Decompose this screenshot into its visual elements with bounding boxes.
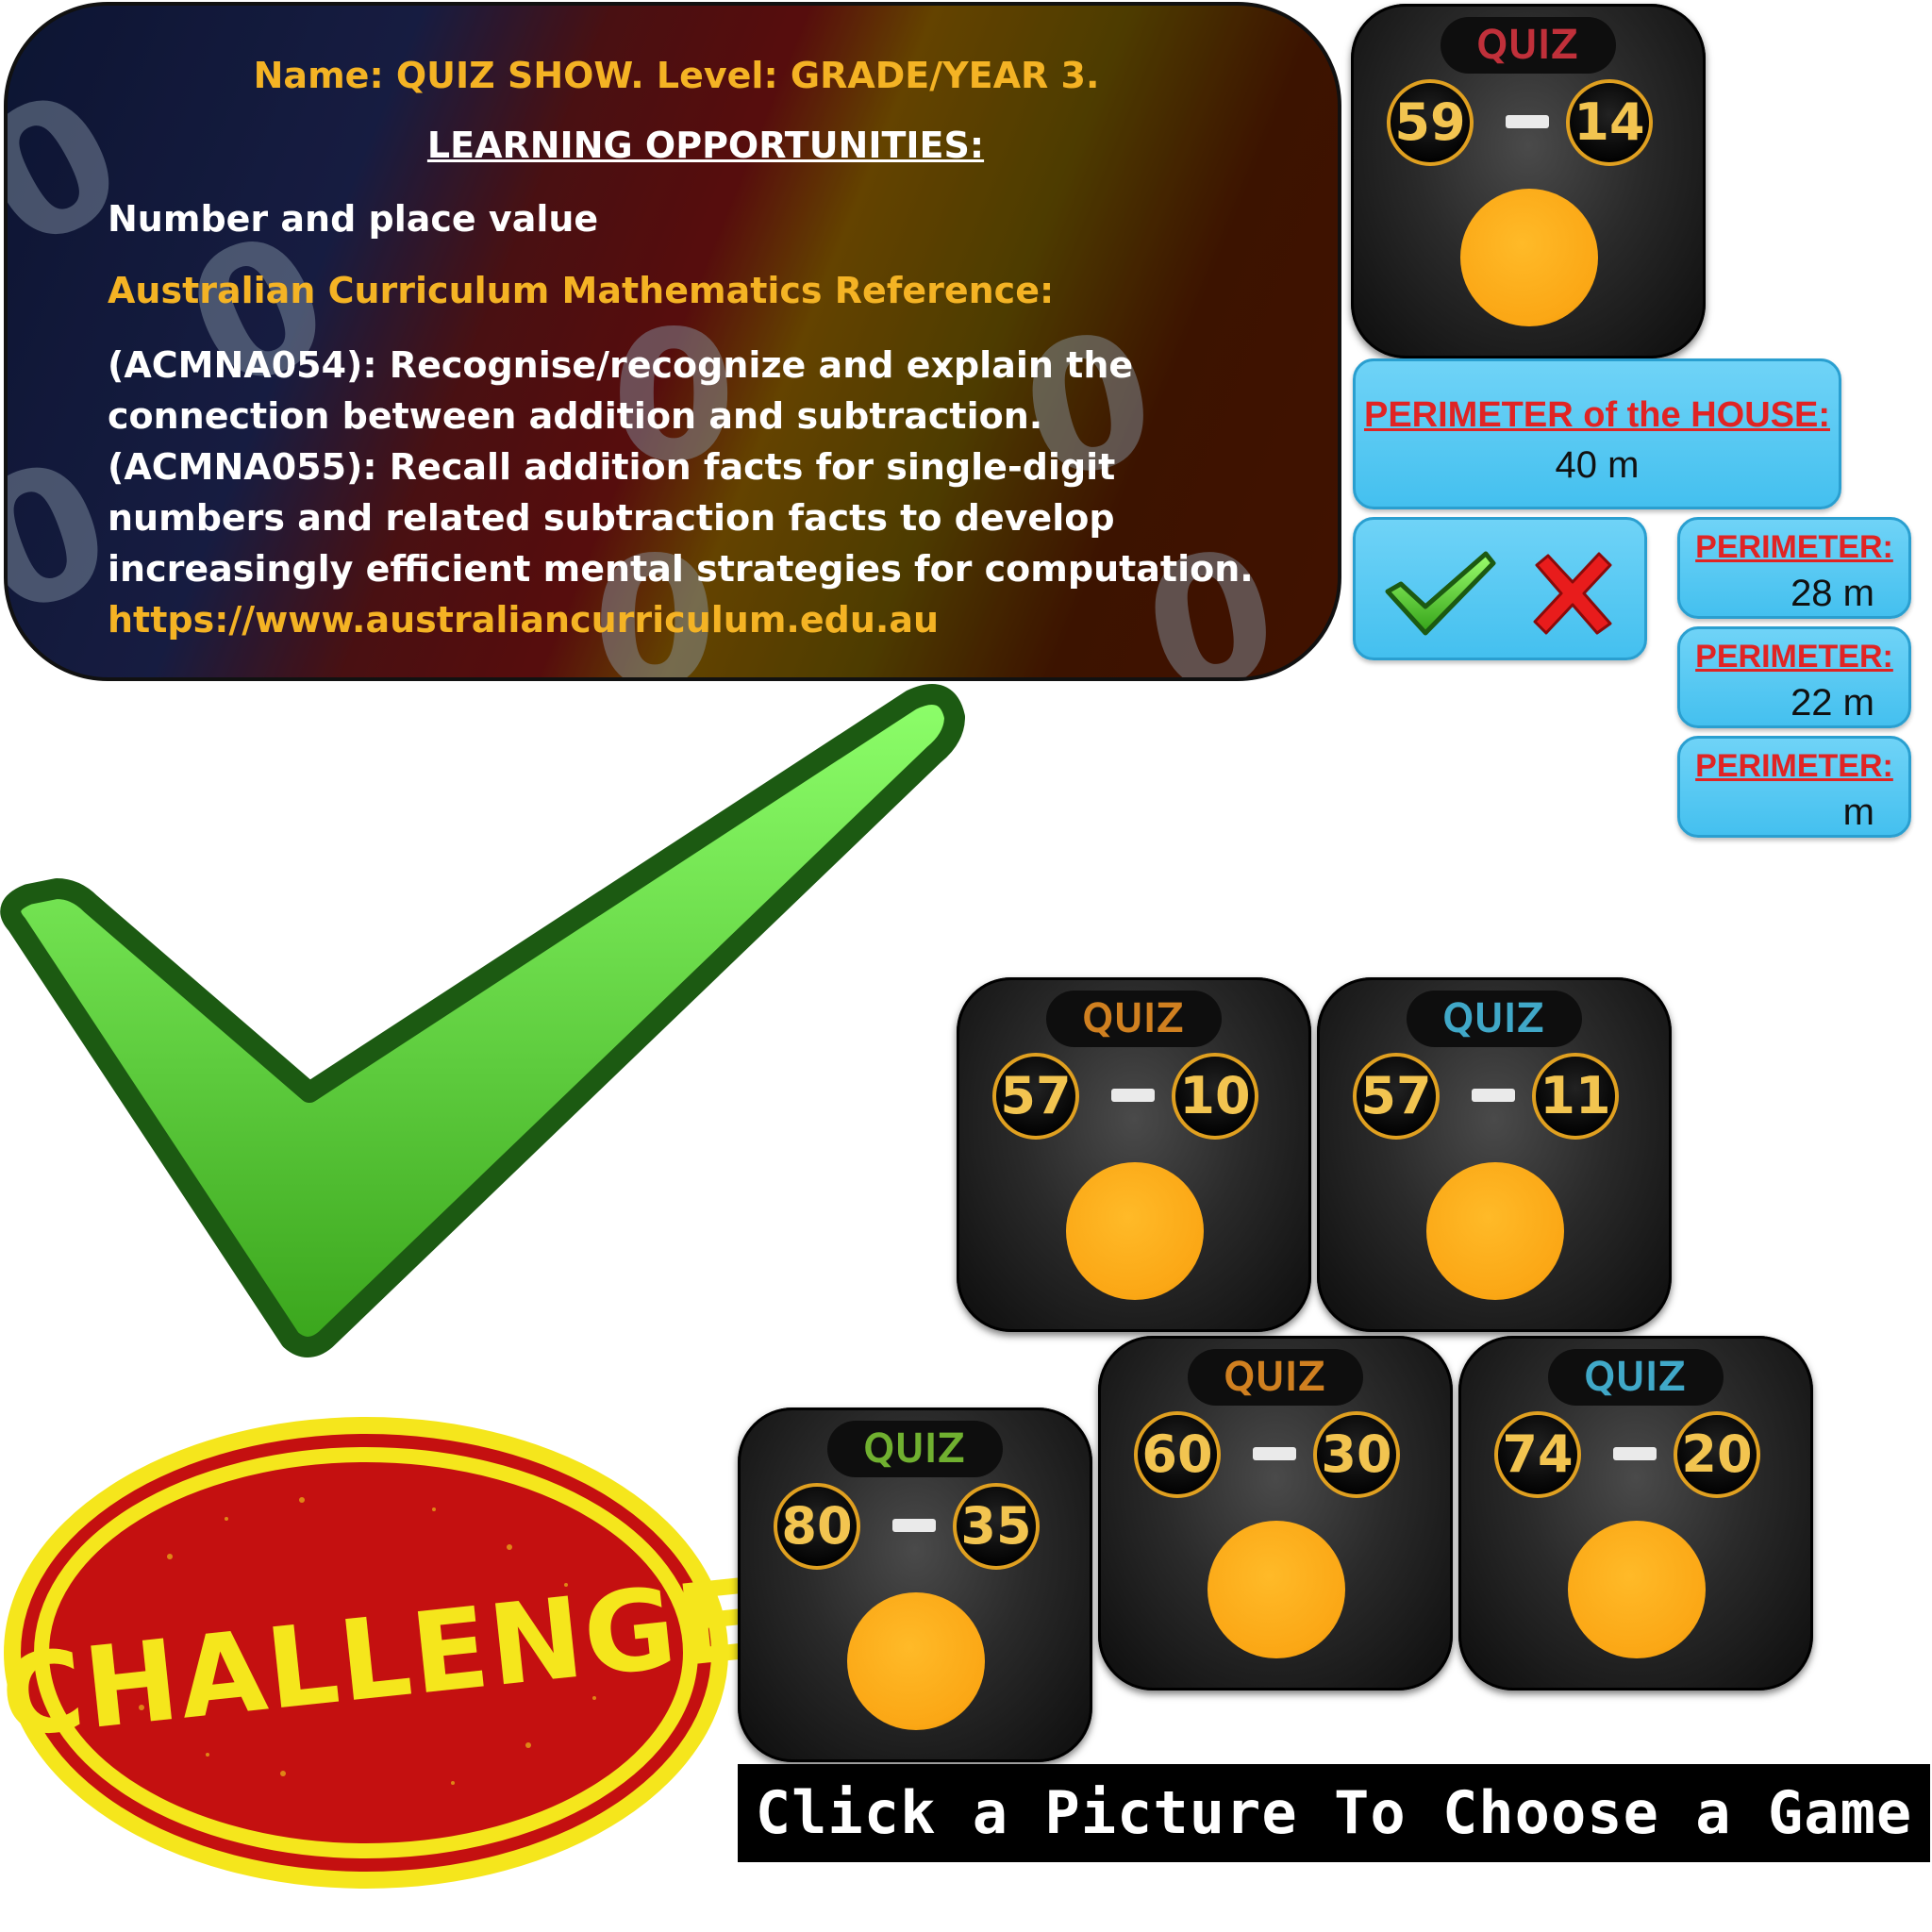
quiz-badge: QUIZ bbox=[1441, 17, 1616, 74]
reference-body: (ACMNA054): Recognise/recognize and expl… bbox=[108, 340, 1296, 645]
perimeter-option[interactable]: PERIMETER: 22 m bbox=[1677, 626, 1911, 728]
left-operand: 80 bbox=[774, 1483, 860, 1570]
name-level-line: Name: QUIZ SHOW. Level: GRADE/YEAR 3. bbox=[253, 55, 1100, 96]
right-operand: 20 bbox=[1674, 1411, 1760, 1498]
big-checkmark-icon bbox=[0, 684, 965, 1357]
minus-icon bbox=[1111, 1089, 1155, 1102]
answer-button[interactable] bbox=[1568, 1521, 1706, 1658]
perimeter-option-label: PERIMETER: bbox=[1695, 748, 1893, 784]
quiz-badge: QUIZ bbox=[1407, 991, 1582, 1047]
info-panel: 0 0 0 0 0 0 0 Name: QUIZ SHOW. Level: GR… bbox=[4, 2, 1341, 681]
minus-icon bbox=[1253, 1447, 1296, 1460]
perimeter-option-label: PERIMETER: bbox=[1695, 639, 1893, 675]
answer-button[interactable] bbox=[1460, 189, 1598, 326]
house-perimeter-box[interactable]: PERIMETER of the HOUSE: 40 m bbox=[1353, 358, 1841, 509]
perimeter-option-value: 28 m bbox=[1790, 573, 1874, 614]
house-perimeter-label: PERIMETER of the HOUSE: bbox=[1363, 395, 1831, 435]
answer-button[interactable] bbox=[1208, 1521, 1345, 1658]
right-operand: 14 bbox=[1566, 79, 1653, 166]
left-operand: 57 bbox=[992, 1053, 1079, 1140]
house-perimeter-value: 40 m bbox=[1555, 444, 1640, 486]
topic-text: Number and place value bbox=[108, 198, 599, 240]
minus-icon bbox=[892, 1519, 936, 1532]
perimeter-option-value: 22 m bbox=[1790, 682, 1874, 724]
perimeter-option[interactable]: PERIMETER: m bbox=[1677, 736, 1911, 838]
quiz-badge: QUIZ bbox=[1046, 991, 1222, 1047]
right-operand: 30 bbox=[1313, 1411, 1400, 1498]
choose-game-banner: Click a Picture To Choose a Game bbox=[738, 1764, 1930, 1862]
reference-acmna055: (ACMNA055): Recall addition facts for si… bbox=[108, 446, 1254, 590]
curriculum-link[interactable]: https://www.australiancurriculum.edu.au bbox=[108, 594, 1296, 645]
perimeter-option-value: m bbox=[1842, 791, 1874, 833]
quiz-card[interactable]: QUIZ 57 11 bbox=[1317, 977, 1672, 1332]
answer-button[interactable] bbox=[847, 1592, 985, 1730]
minus-icon bbox=[1613, 1447, 1657, 1460]
quiz-badge: QUIZ bbox=[1548, 1349, 1724, 1406]
quiz-card[interactable]: QUIZ 59 14 bbox=[1351, 4, 1706, 358]
right-operand: 11 bbox=[1532, 1053, 1619, 1140]
answer-button[interactable] bbox=[1426, 1162, 1564, 1300]
reference-heading: Australian Curriculum Mathematics Refere… bbox=[108, 270, 1055, 311]
answer-button[interactable] bbox=[1066, 1162, 1204, 1300]
right-operand: 10 bbox=[1172, 1053, 1258, 1140]
left-operand: 74 bbox=[1494, 1411, 1581, 1498]
wrong-cross-icon[interactable] bbox=[1527, 548, 1618, 639]
answer-check-box bbox=[1353, 517, 1647, 660]
quiz-card[interactable]: QUIZ 74 20 bbox=[1458, 1336, 1813, 1690]
minus-icon bbox=[1472, 1089, 1515, 1102]
quiz-badge: QUIZ bbox=[827, 1421, 1003, 1477]
perimeter-option-label: PERIMETER: bbox=[1695, 529, 1893, 565]
quiz-card[interactable]: QUIZ 80 35 bbox=[738, 1407, 1092, 1762]
quiz-card[interactable]: QUIZ 60 30 bbox=[1098, 1336, 1453, 1690]
left-operand: 57 bbox=[1353, 1053, 1440, 1140]
quiz-card[interactable]: QUIZ 57 10 bbox=[957, 977, 1311, 1332]
right-operand: 35 bbox=[953, 1483, 1040, 1570]
left-operand: 60 bbox=[1134, 1411, 1221, 1498]
perimeter-option[interactable]: PERIMETER: 28 m bbox=[1677, 517, 1911, 619]
reference-acmna054: (ACMNA054): Recognise/recognize and expl… bbox=[108, 344, 1134, 437]
quiz-badge: QUIZ bbox=[1188, 1349, 1363, 1406]
left-operand: 59 bbox=[1387, 79, 1474, 166]
correct-check-icon[interactable] bbox=[1382, 548, 1499, 639]
learning-heading: LEARNING OPPORTUNITIES: bbox=[426, 125, 985, 166]
minus-icon bbox=[1506, 115, 1549, 128]
